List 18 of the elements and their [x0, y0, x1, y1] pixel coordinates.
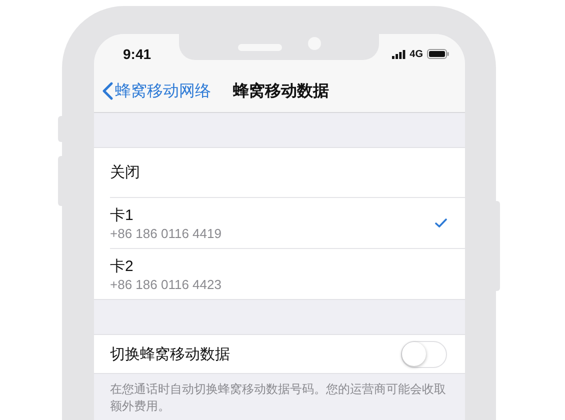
- screen-title: 蜂窝移动数据: [233, 81, 329, 102]
- option-label: 卡1: [110, 206, 134, 224]
- signal-icon: [392, 50, 406, 58]
- option-label: 关闭: [110, 163, 140, 182]
- back-chevron-icon: [102, 82, 113, 100]
- phone-number: +86 186 0116 4419: [110, 226, 222, 240]
- option-row[interactable]: 关闭: [110, 148, 465, 197]
- status-time: 9:41: [123, 46, 152, 62]
- battery-icon: [427, 49, 449, 59]
- option-label: 卡2: [110, 256, 134, 276]
- footer-note: 在您通话时自动切换蜂窝移动数据号码。您的运营商可能会收取额外费用。: [110, 381, 447, 415]
- switch-label: 切换蜂窝移动数据: [110, 344, 230, 364]
- option-row[interactable]: 卡2 +86 186 0116 4423: [110, 248, 465, 299]
- phone-number: +86 186 0116 4423: [110, 276, 222, 292]
- network-label: 4G: [410, 48, 423, 60]
- toggle-switch[interactable]: [401, 340, 447, 368]
- back-link[interactable]: 蜂窝移动网络: [102, 80, 211, 102]
- option-row[interactable]: 卡1 +86 186 0116 4419: [110, 197, 465, 248]
